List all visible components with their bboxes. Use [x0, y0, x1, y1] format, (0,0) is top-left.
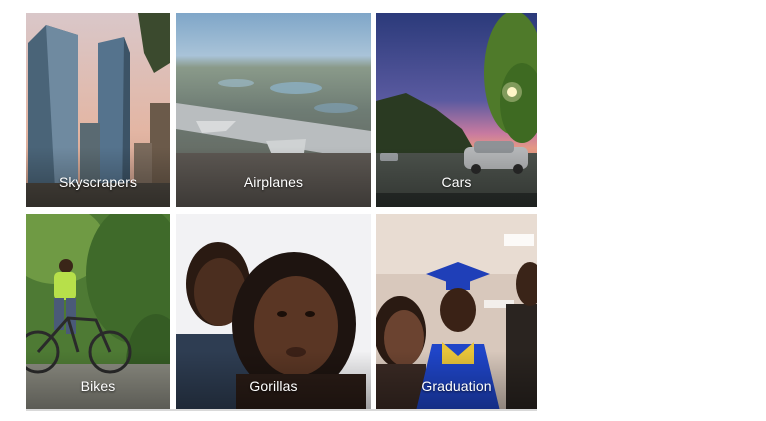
album-tile-skyscrapers[interactable]: Skyscrapers	[26, 13, 170, 207]
album-label: Bikes	[80, 378, 116, 394]
album-label: Skyscrapers	[58, 174, 138, 190]
album-tile-cars[interactable]: Cars	[376, 13, 537, 207]
album-label: Airplanes	[243, 174, 304, 190]
album-tile-gorillas[interactable]: Gorillas	[176, 214, 371, 411]
photo-album-grid: Skyscrapers Airplanes Cars Bikes Gorilla…	[26, 13, 537, 411]
album-label: Gorillas	[249, 378, 298, 394]
album-tile-airplanes[interactable]: Airplanes	[176, 13, 371, 207]
grid-bottom-divider	[26, 409, 537, 411]
album-label: Cars	[441, 174, 472, 190]
album-tile-graduation[interactable]: Graduation	[376, 214, 537, 411]
album-label: Graduation	[421, 378, 492, 394]
album-tile-bikes[interactable]: Bikes	[26, 214, 170, 411]
